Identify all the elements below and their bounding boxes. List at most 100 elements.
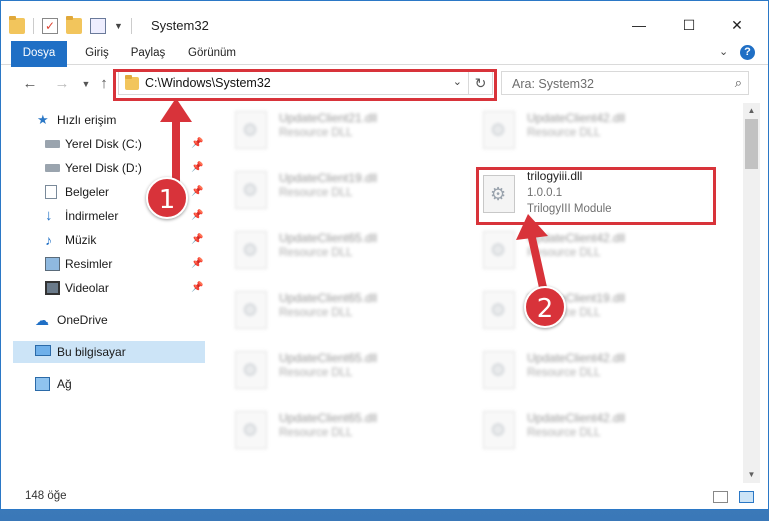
file-item[interactable]: UpdateClient42.dll Resource DLL [455,405,695,451]
sidebar-item-quick-access[interactable]: ★ Hızlı erişim [1,109,207,131]
file-name: UpdateClient42.dll [527,411,626,425]
step-badge-1: 1 [146,177,188,219]
dll-file-icon [235,411,267,449]
title-bar: ✓ ▼ System32 — ☐ ✕ [1,1,768,41]
step-badge-2: 2 [524,286,566,328]
sidebar-item-videos[interactable]: Videolar 📌 [1,277,207,299]
tab-share[interactable]: Paylaş [127,41,169,65]
scroll-down-icon[interactable]: ▼ [743,467,760,483]
file-type: Resource DLL [279,247,353,259]
checkmark-icon[interactable]: ✓ [42,18,58,34]
maximize-button[interactable]: ☐ [669,13,709,37]
file-type: Resource DLL [279,127,353,139]
pin-icon[interactable]: 📌 [191,205,203,227]
sidebar-item-label: Müzik [65,233,97,247]
file-name: UpdateClient19.dll [279,171,378,185]
sidebar-item-music[interactable]: ♪ Müzik 📌 [1,229,207,251]
back-icon[interactable]: ← [21,75,39,92]
download-icon: ↓ [45,207,53,224]
tab-view[interactable]: Görünüm [183,41,241,65]
large-icons-view-icon[interactable] [739,491,754,503]
pin-icon[interactable]: 📌 [191,253,203,275]
up-icon[interactable]: ↑ [95,75,113,92]
dll-file-icon [235,291,267,329]
file-item[interactable]: UpdateClient42.dll Resource DLL [455,345,695,391]
pin-icon[interactable]: 📌 [191,229,203,251]
navigation-pane: ★ Hızlı erişim Yerel Disk (C:) 📌 Yerel D… [1,103,207,483]
search-placeholder[interactable]: Ara: System32 [512,77,594,91]
file-type: Resource DLL [279,307,353,319]
close-button[interactable]: ✕ [717,13,757,37]
folder-icon[interactable] [9,16,25,34]
window-title: System32 [151,18,209,33]
file-name: UpdateClient42.dll [527,111,626,125]
file-item[interactable]: UpdateClient42.dll Resource DLL [455,225,695,271]
file-item[interactable]: UpdateClient19.dll Resource DLL [207,165,447,211]
file-item[interactable]: UpdateClient65.dll Resource DLL [207,225,447,271]
help-icon[interactable]: ? [740,45,755,60]
ribbon-tabs: Dosya Giriş Paylaş Görünüm ⌄ ? [1,41,768,87]
sidebar-item-local-disk-c[interactable]: Yerel Disk (C:) 📌 [1,133,207,155]
file-item[interactable]: UpdateClient21.dll Resource DLL [207,105,447,151]
new-folder-icon[interactable] [66,16,82,34]
sidebar-item-network[interactable]: Ağ [1,373,207,395]
cloud-icon: ☁ [35,312,49,328]
sidebar-item-label: Videolar [65,281,109,295]
videos-icon [45,281,60,295]
file-item[interactable]: UpdateClient19.dll Resource DLL [455,285,695,331]
dll-file-icon [483,291,515,329]
search-box[interactable]: Ara: System32 ⌕ [501,71,749,95]
pin-icon[interactable]: 📌 [191,181,203,203]
file-name: UpdateClient65.dll [279,411,378,425]
file-item[interactable]: UpdateClient65.dll Resource DLL [207,285,447,331]
tab-home[interactable]: Giriş [77,41,117,65]
forward-icon[interactable]: → [53,75,71,92]
details-view-icon[interactable] [713,491,728,503]
item-count: 148 öğe [25,490,67,502]
sidebar-item-local-disk-d[interactable]: Yerel Disk (D:) 📌 [1,157,207,179]
sidebar-item-label: OneDrive [57,313,108,327]
dll-file-icon [235,171,267,209]
sidebar-item-pictures[interactable]: Resimler 📌 [1,253,207,275]
dll-file-icon [483,411,515,449]
file-name: UpdateClient42.dll [527,231,626,245]
computer-icon [35,345,51,356]
sidebar-item-label: Belgeler [65,185,110,199]
scroll-up-icon[interactable]: ▲ [743,103,760,119]
properties-icon[interactable] [90,18,106,34]
file-type: Resource DLL [527,127,601,139]
scrollbar-thumb[interactable] [745,119,758,169]
sidebar-item-label: Bu bilgisayar [57,345,126,359]
sidebar-item-this-pc[interactable]: Bu bilgisayar [13,341,205,363]
sidebar-item-label: Yerel Disk (D:) [65,161,142,175]
pin-icon[interactable]: 📌 [191,277,203,299]
minimize-button[interactable]: — [619,13,659,37]
pictures-icon [45,257,60,271]
file-item[interactable]: UpdateClient42.dll Resource DLL [455,105,695,151]
file-item[interactable]: UpdateClient65.dll Resource DLL [207,405,447,451]
dll-file-icon [235,231,267,269]
file-name: UpdateClient21.dll [279,111,378,125]
dll-file-icon [483,111,515,149]
vertical-scrollbar[interactable]: ▲ ▼ [743,103,760,483]
address-highlight-box [113,69,497,101]
file-item[interactable]: UpdateClient65.dll Resource DLL [207,345,447,391]
pin-icon[interactable]: 📌 [191,157,203,179]
drive-icon [45,164,60,172]
star-icon: ★ [37,112,49,127]
sidebar-item-label: Yerel Disk (C:) [65,137,142,151]
sidebar-item-label: İndirmeler [65,209,119,223]
dll-file-icon [235,351,267,389]
quick-access-toolbar: ✓ ▼ [9,16,140,35]
search-icon[interactable]: ⌕ [735,75,742,91]
file-type: Resource DLL [279,367,353,379]
recent-locations-icon[interactable]: ▼ [77,79,95,89]
sidebar-item-onedrive[interactable]: ☁ OneDrive [1,309,207,331]
expand-ribbon-icon[interactable]: ⌄ [719,45,728,58]
file-type: Resource DLL [279,427,353,439]
file-name: UpdateClient65.dll [279,291,378,305]
file-name: UpdateClient65.dll [279,231,378,245]
dll-file-icon [483,351,515,389]
pin-icon[interactable]: 📌 [191,133,203,155]
customize-toolbar-icon[interactable]: ▼ [114,21,123,31]
